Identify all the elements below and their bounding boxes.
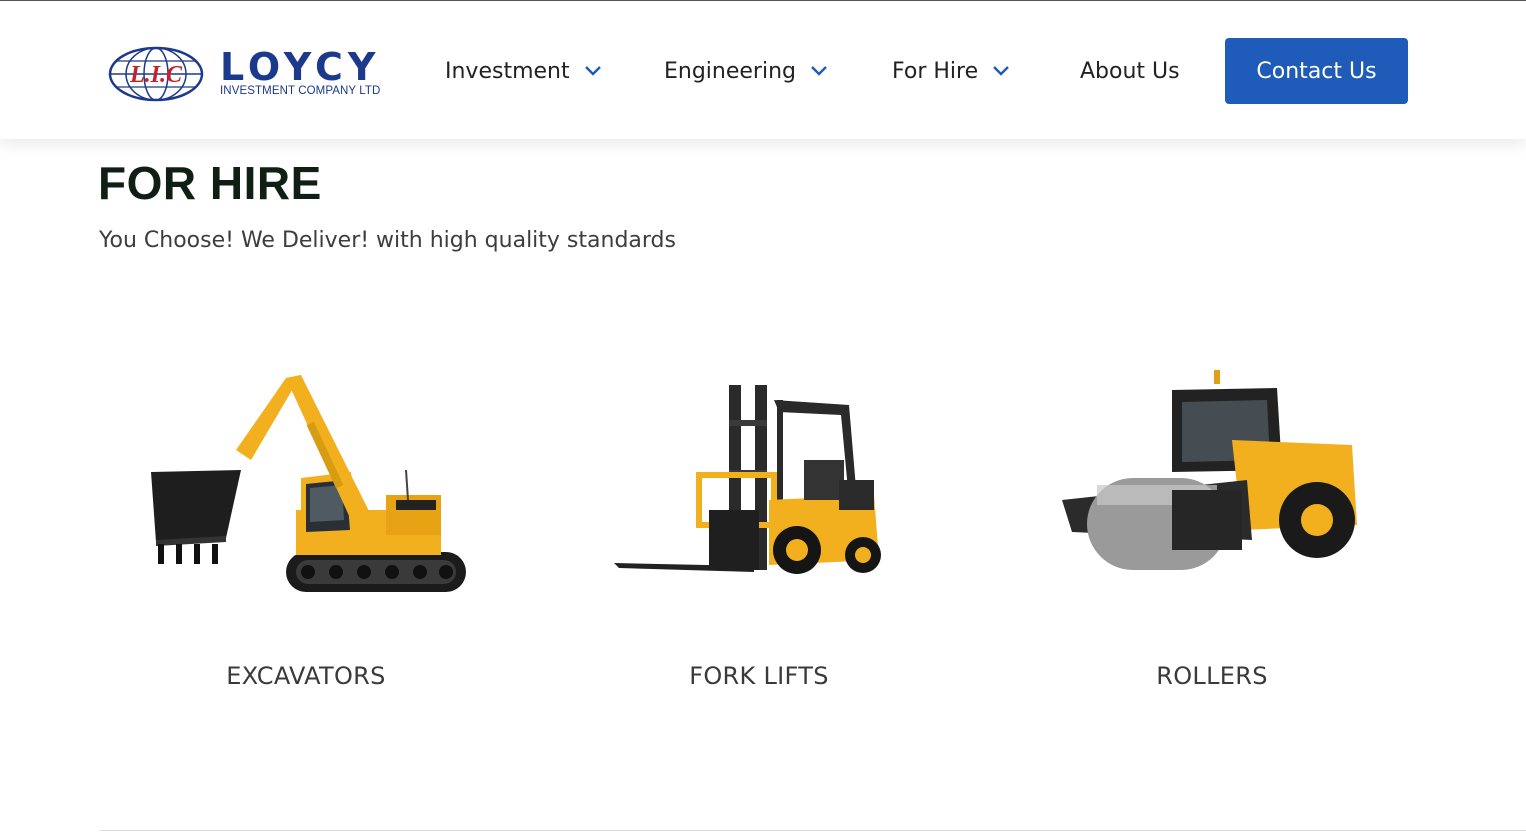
excavator-image (151, 375, 466, 592)
forklift-image (614, 385, 881, 574)
equipment-label: FORK LIFTS (689, 662, 829, 690)
chevron-down-icon (584, 66, 601, 76)
contact-us-button[interactable]: Contact Us (1225, 38, 1408, 104)
equipment-label: EXCAVATORS (226, 662, 386, 690)
nav-item-about-us[interactable]: About Us (1080, 39, 1180, 103)
nav-item-label: Engineering (664, 58, 796, 84)
nav-item-for-hire[interactable]: For Hire (892, 39, 1010, 103)
nav-item-engineering[interactable]: Engineering (664, 39, 828, 103)
chevron-down-icon (993, 66, 1009, 76)
equipment-card-excavators[interactable]: EXCAVATORS (96, 360, 516, 700)
page-subtitle: You Choose! We Deliver! with high qualit… (99, 228, 676, 253)
emblem-text: L.I.C (129, 62, 183, 88)
brand-tagline: INVESTMENT COMPANY LTD (220, 85, 381, 97)
equipment-card-fork-lifts[interactable]: FORK LIFTS (549, 360, 969, 700)
page-title: FOR HIRE (98, 157, 322, 209)
bottom-divider (100, 830, 1526, 831)
nav-item-investment[interactable]: Investment (445, 39, 602, 103)
roller-image (1062, 370, 1357, 570)
nav-item-label: About Us (1080, 58, 1180, 84)
chevron-down-icon (811, 66, 827, 76)
equipment-label: ROLLERS (1156, 662, 1268, 690)
nav-item-label: Investment (445, 58, 570, 84)
brand-name: LOYCY (220, 45, 381, 89)
nav-item-label: For Hire (892, 58, 979, 84)
site-header: L.I.C LOYCY INVESTMENT COMPANY LTD Inves… (0, 1, 1526, 139)
company-logo[interactable]: L.I.C LOYCY INVESTMENT COMPANY LTD (108, 45, 408, 105)
equipment-card-rollers[interactable]: ROLLERS (1002, 360, 1422, 700)
globe-emblem-icon: L.I.C (108, 46, 204, 102)
